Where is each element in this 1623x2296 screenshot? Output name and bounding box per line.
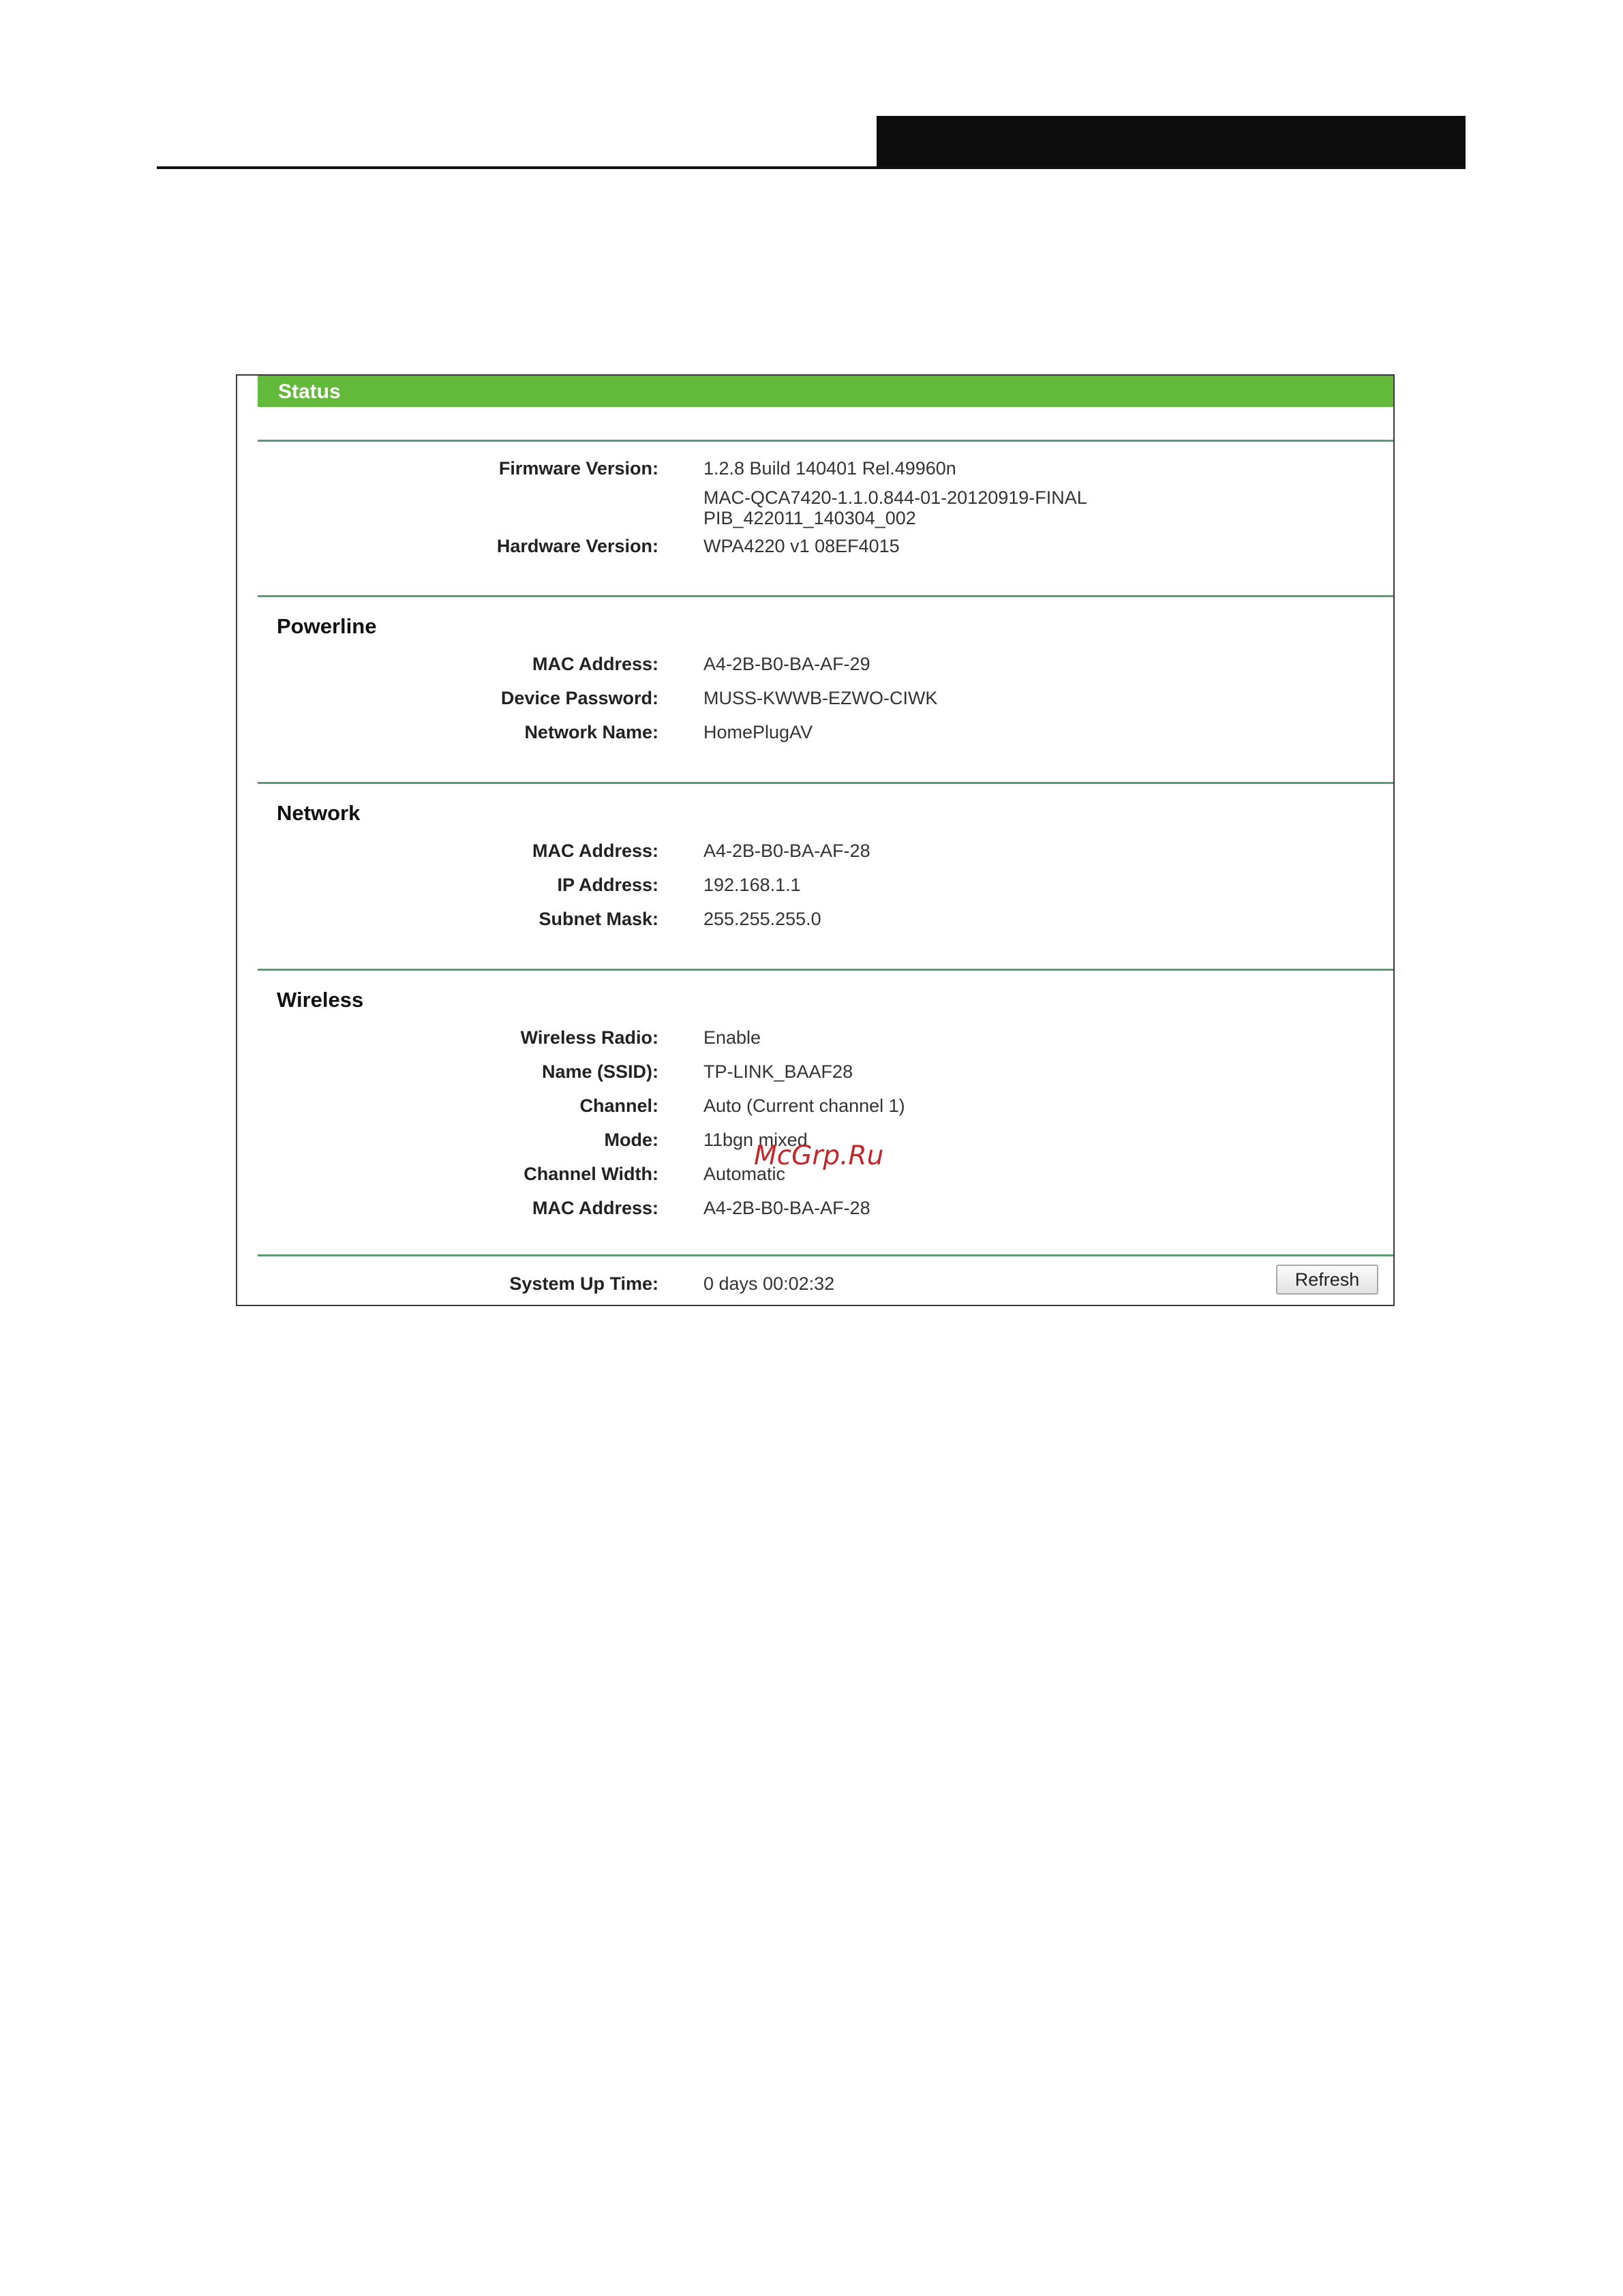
ssid-value: TP-LINK_BAAF28 <box>703 1061 853 1082</box>
powerline-mac-label: MAC Address: <box>532 654 658 674</box>
page-header-rule <box>157 166 1466 169</box>
firmware-version-value: 1.2.8 Build 140401 Rel.49960n <box>703 458 956 479</box>
subnet-mask-label: Subnet Mask: <box>539 909 658 929</box>
ssid-label: Name (SSID): <box>541 1061 658 1082</box>
hardware-version-label: Hardware Version: <box>496 536 658 556</box>
status-title: Status <box>278 380 341 403</box>
section-divider <box>258 782 1393 784</box>
firmware-version-value-line3: PIB_422011_140304_002 <box>703 508 916 528</box>
network-name-value: HomePlugAV <box>703 722 813 742</box>
powerline-mac-value: A4-2B-B0-BA-AF-29 <box>703 654 870 674</box>
mode-label: Mode: <box>604 1130 658 1150</box>
section-divider <box>258 969 1393 971</box>
channel-label: Channel: <box>579 1096 658 1116</box>
wireless-mac-label: MAC Address: <box>532 1198 658 1218</box>
section-divider <box>258 1254 1393 1256</box>
wireless-section-title: Wireless <box>277 988 364 1012</box>
section-divider <box>258 440 1393 442</box>
system-uptime-label: System Up Time: <box>509 1273 658 1294</box>
channel-value: Auto (Current channel 1) <box>703 1096 905 1116</box>
channel-width-label: Channel Width: <box>524 1164 658 1184</box>
refresh-button[interactable]: Refresh <box>1276 1265 1378 1295</box>
wireless-radio-label: Wireless Radio: <box>520 1027 658 1048</box>
firmware-version-value-line2: MAC-QCA7420-1.1.0.844-01-20120919-FINAL <box>703 487 1087 508</box>
system-uptime-value: 0 days 00:02:32 <box>703 1273 835 1294</box>
section-divider <box>258 595 1393 597</box>
ip-address-value: 192.168.1.1 <box>703 875 801 895</box>
subnet-mask-value: 255.255.255.0 <box>703 909 821 929</box>
wireless-radio-value: Enable <box>703 1027 761 1048</box>
status-header-bar: Status <box>258 376 1393 407</box>
device-password-label: Device Password: <box>500 688 658 708</box>
network-name-label: Network Name: <box>524 722 658 742</box>
firmware-version-label: Firmware Version: <box>498 458 658 479</box>
page-header-bar <box>877 116 1466 166</box>
ip-address-label: IP Address: <box>557 875 658 895</box>
hardware-version-value: WPA4220 v1 08EF4015 <box>703 536 900 556</box>
device-password-value: MUSS-KWWB-EZWO-CIWK <box>703 688 938 708</box>
network-mac-value: A4-2B-B0-BA-AF-28 <box>703 841 870 861</box>
powerline-section-title: Powerline <box>277 614 377 638</box>
network-mac-label: MAC Address: <box>532 841 658 861</box>
watermark-text: McGrp.Ru <box>754 1141 884 1171</box>
wireless-mac-value: A4-2B-B0-BA-AF-28 <box>703 1198 870 1218</box>
network-section-title: Network <box>277 801 361 825</box>
